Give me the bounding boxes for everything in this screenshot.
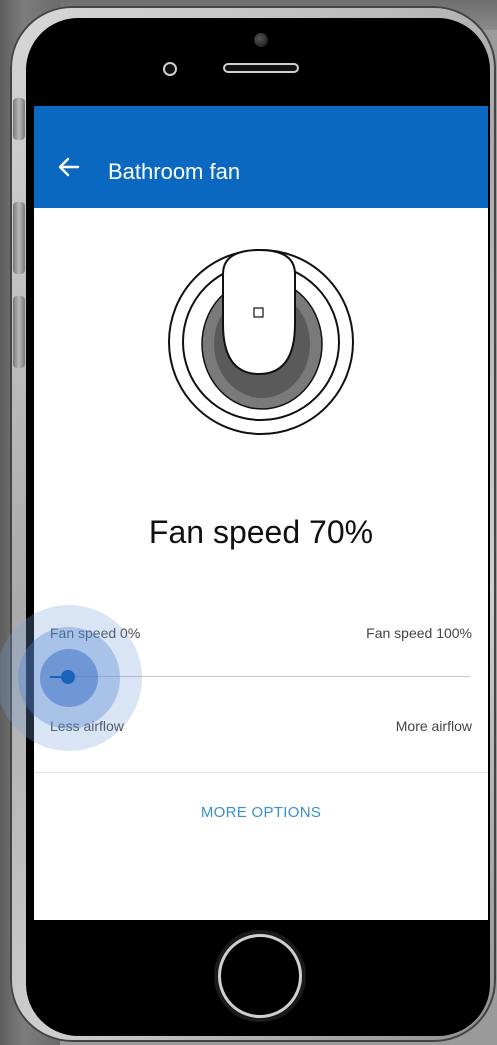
- page-title: Bathroom fan: [108, 159, 241, 184]
- earpiece-speaker: [223, 63, 299, 73]
- fan-speed-slider-thumb[interactable]: [61, 670, 75, 684]
- slider-max-label: Fan speed 100%: [366, 625, 472, 641]
- proximity-sensor: [163, 62, 177, 76]
- fan-knob-icon: [168, 248, 354, 435]
- volume-up-button: [13, 202, 25, 274]
- mute-switch: [13, 98, 25, 140]
- fan-speed-value: Fan speed 70%: [148, 514, 374, 550]
- volume-down-button: [13, 296, 25, 368]
- app-screen: Bathroom fan Fan speed 70% Fan speed 0% …: [34, 106, 488, 920]
- divider: [34, 772, 488, 773]
- front-camera: [254, 33, 268, 47]
- home-button[interactable]: [218, 934, 302, 1018]
- app-bar: Bathroom fan: [34, 106, 488, 208]
- arrow-left-icon[interactable]: [56, 154, 82, 180]
- more-airflow-label: More airflow: [395, 718, 472, 734]
- more-options-button[interactable]: MORE OPTIONS: [34, 804, 488, 821]
